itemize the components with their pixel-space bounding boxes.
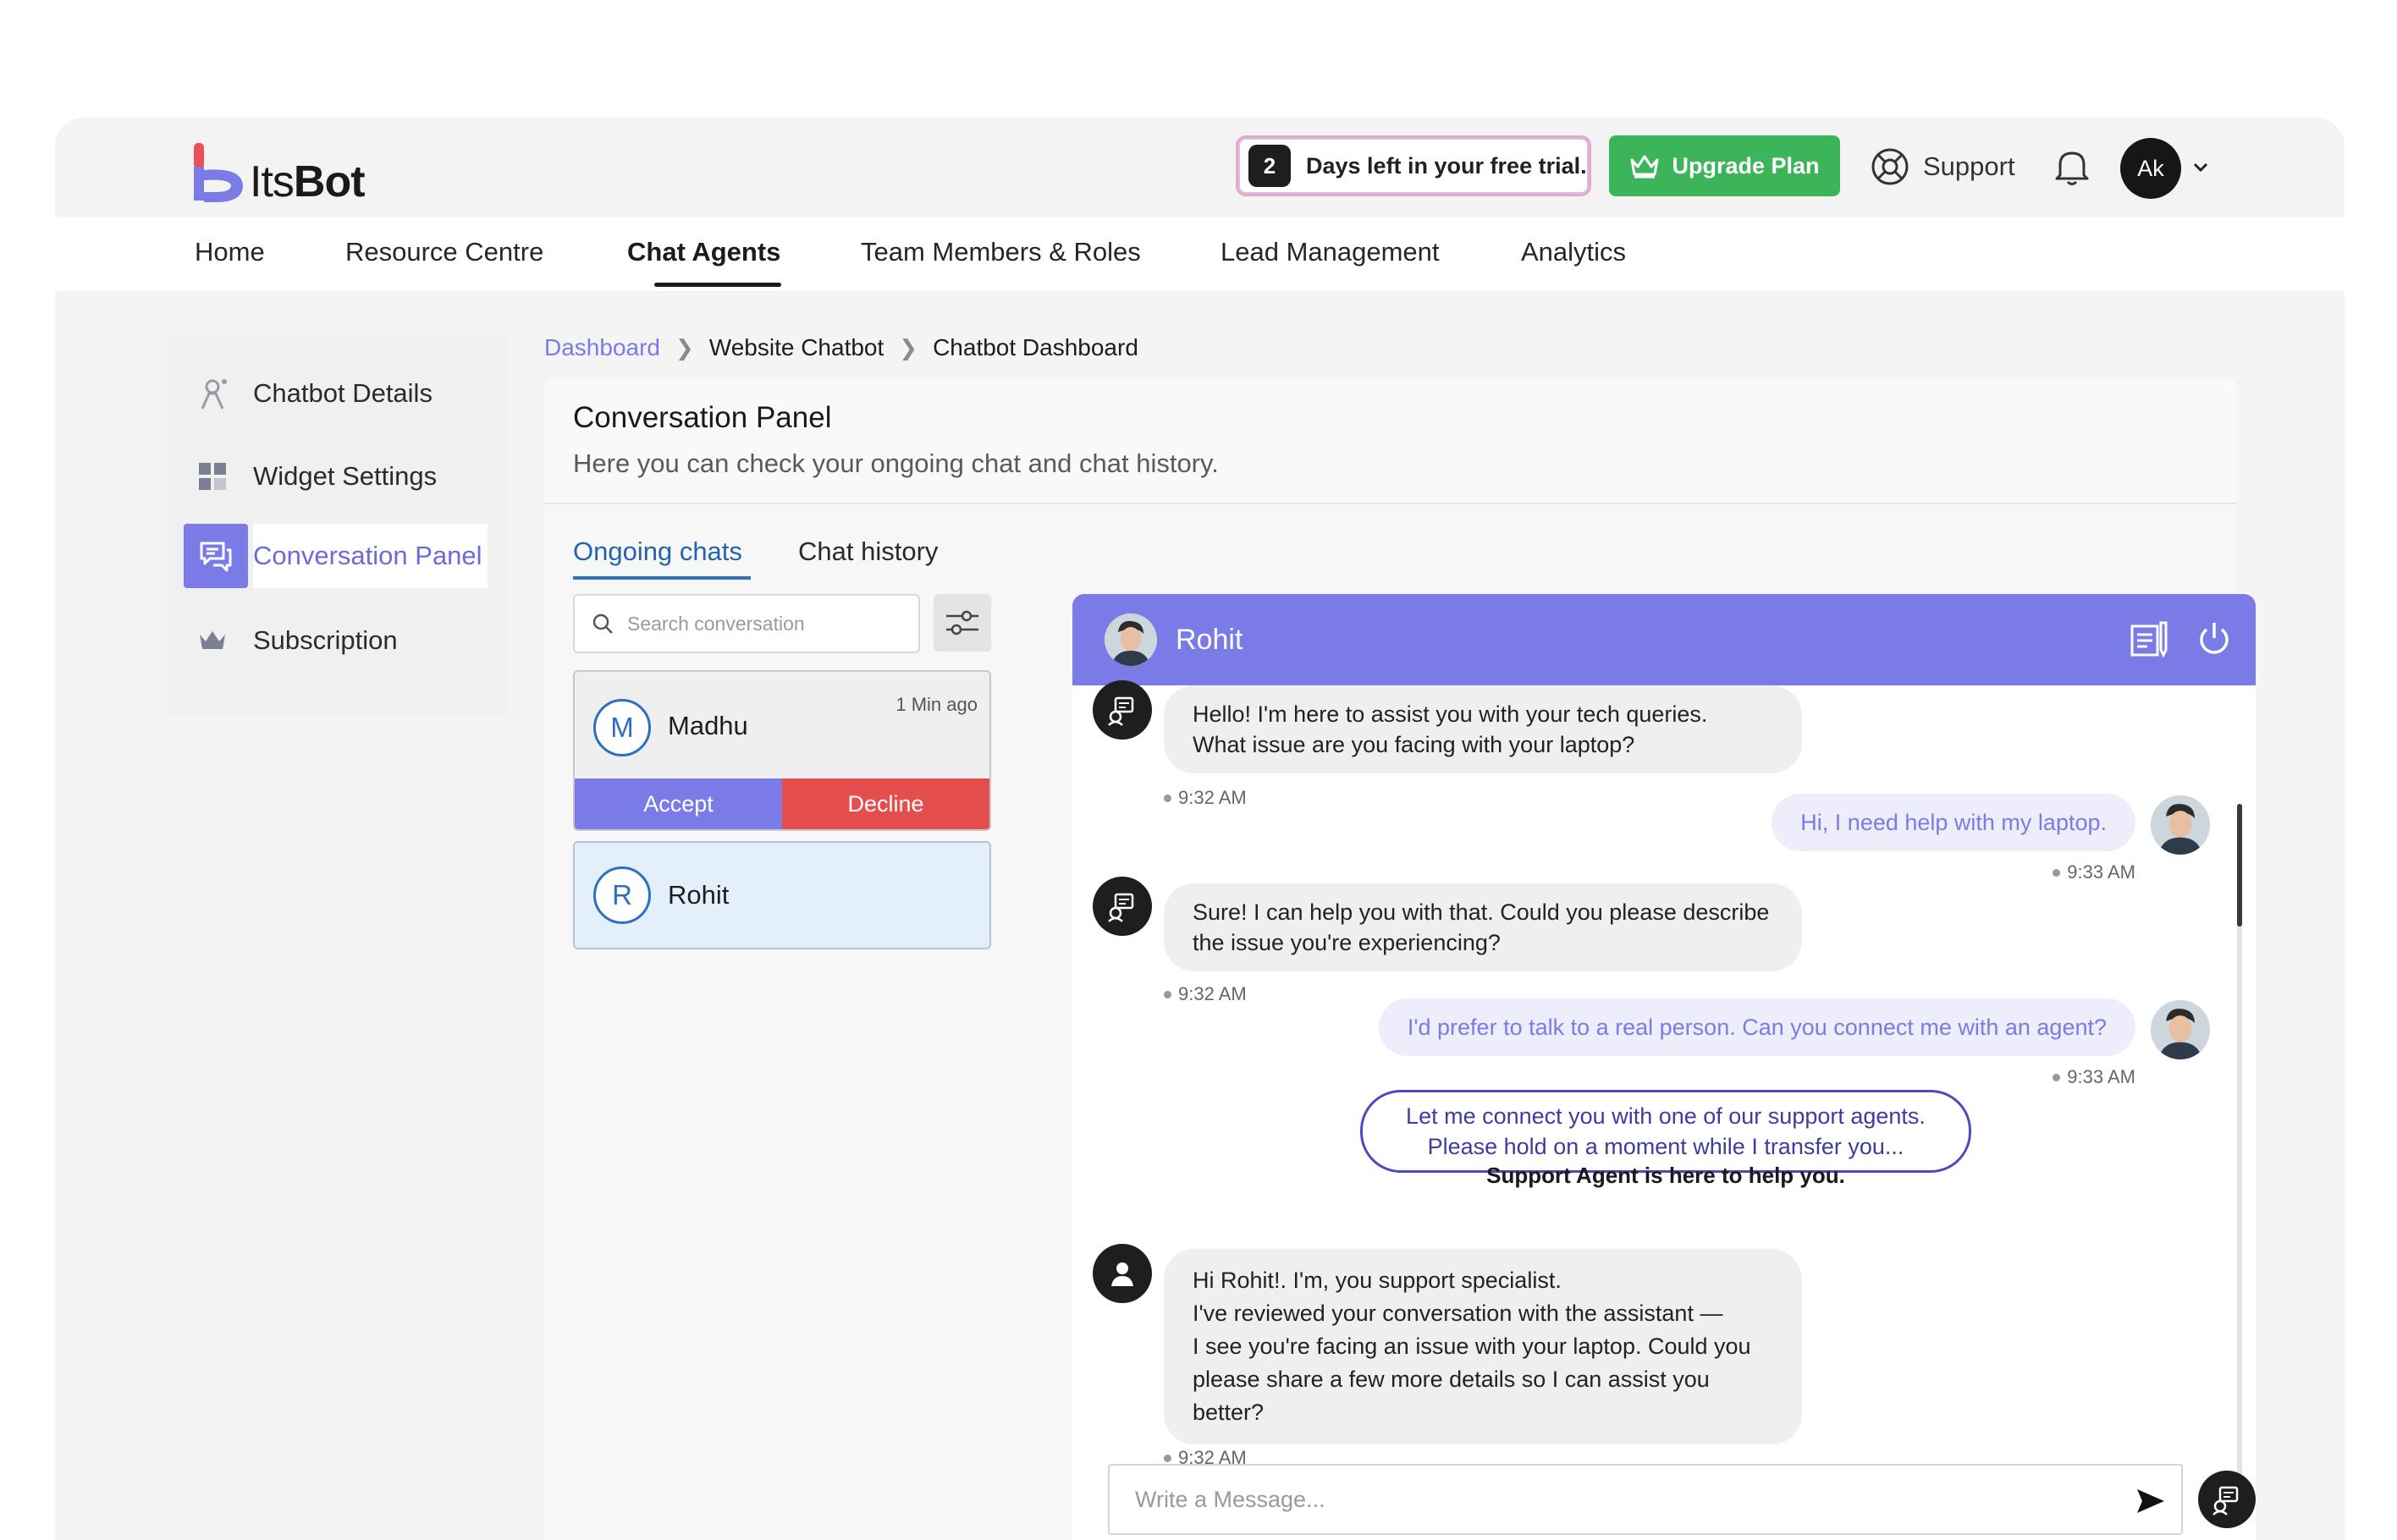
chevron-right-icon: ❯ [675, 334, 694, 360]
breadcrumb-chatbot-dashboard: Chatbot Dashboard [933, 334, 1138, 360]
crown-icon [1630, 155, 1659, 179]
message-input[interactable] [1135, 1486, 2100, 1513]
nav-active-indicator [654, 283, 781, 287]
sidebar: Chatbot Details Widget Settings Conversa… [168, 336, 509, 717]
message-time: 9:32 AM [1164, 983, 1247, 1005]
lifebuoy-icon [1871, 148, 1909, 185]
nav-lead-management[interactable]: Lead Management [1221, 237, 1440, 267]
search-input[interactable] [627, 612, 906, 635]
nav-resource-centre[interactable]: Resource Centre [345, 237, 543, 267]
sidebar-item-label: Conversation Panel [253, 524, 488, 588]
chat-scroll-thumb[interactable] [2237, 804, 2242, 927]
message-bubble-agent: Hi Rohit!. I'm, you support specialist. … [1164, 1249, 1802, 1444]
tab-ongoing-chats[interactable]: Ongoing chats [573, 536, 742, 567]
agent-avatar-icon [1093, 1244, 1152, 1303]
trial-days-count: 2 [1248, 145, 1291, 187]
search-icon [592, 613, 613, 634]
logo-mark-icon [194, 143, 243, 202]
accept-button[interactable]: Accept [575, 778, 782, 829]
transcript-icon[interactable] [2129, 619, 2169, 660]
trial-text: Days left in your free trial. [1306, 152, 1587, 179]
bot-avatar-icon [2212, 1486, 2239, 1515]
contact-avatar [1105, 613, 1157, 666]
power-icon[interactable] [2195, 619, 2234, 658]
panel-header: Conversation Panel Here you can check yo… [544, 377, 2237, 504]
system-transfer-message: Let me connect you with one of our suppo… [1360, 1090, 1971, 1173]
tab-active-indicator [573, 576, 751, 580]
message-list: Hello! I'm here to assist you with your … [1072, 680, 2256, 1523]
message-bubble-bot: Sure! I can help you with that. Could yo… [1164, 883, 1802, 971]
sidebar-item-label: Subscription [253, 625, 398, 655]
sidebar-item-subscription[interactable]: Subscription [168, 608, 509, 673]
breadcrumb: Dashboard ❯ Website Chatbot ❯ Chatbot Da… [544, 334, 1138, 361]
support-label: Support [1923, 151, 2015, 181]
sidebar-item-label: Chatbot Details [253, 378, 433, 408]
chat-header-actions [2129, 619, 2234, 660]
nav-home[interactable]: Home [195, 237, 265, 267]
chevron-down-icon[interactable] [2190, 157, 2212, 179]
sidebar-item-chatbot-details[interactable]: Chatbot Details [168, 361, 509, 426]
message-bubble-user: I'd prefer to talk to a real person. Can… [1378, 998, 2135, 1056]
avatar: M [593, 699, 651, 756]
sidebar-item-label: Widget Settings [253, 461, 438, 491]
bot-avatar-icon [1093, 877, 1152, 936]
sidebar-item-widget-settings[interactable]: Widget Settings [168, 444, 509, 509]
message-time: 9:32 AM [1164, 787, 1247, 809]
conversation-time: 1 Min ago [895, 694, 978, 715]
page-title: Conversation Panel [573, 401, 832, 434]
sliders-icon [946, 610, 978, 635]
widget-icon [187, 451, 238, 502]
sidebar-item-conversation-panel[interactable]: Conversation Panel [168, 524, 509, 588]
filter-button[interactable] [934, 594, 991, 652]
nav-analytics[interactable]: Analytics [1521, 237, 1626, 267]
top-bar: ItsBot 2 Days left in your free trial. U… [55, 118, 2345, 217]
notification-bell-icon[interactable] [2048, 143, 2096, 190]
message-bubble-user: Hi, I need help with my laptop. [1772, 794, 2135, 851]
chevron-right-icon: ❯ [899, 334, 918, 360]
support-link[interactable]: Support [1871, 143, 2015, 190]
logo-text: ItsBot [250, 157, 366, 206]
upgrade-plan-button[interactable]: Upgrade Plan [1609, 135, 1840, 196]
chat-scrollbar[interactable] [2237, 804, 2242, 1523]
user-avatar-icon [2151, 1000, 2210, 1059]
avatar: R [593, 866, 651, 924]
tab-chat-history[interactable]: Chat history [798, 536, 938, 567]
send-icon[interactable] [2134, 1484, 2168, 1518]
conversation-icon [184, 524, 248, 588]
search-box [573, 594, 920, 653]
conversation-panel: Conversation Panel Here you can check yo… [544, 377, 2256, 1540]
decline-button[interactable]: Decline [782, 778, 989, 829]
conversation-item-rohit[interactable]: R Rohit [573, 841, 991, 949]
agent-chat-button[interactable] [2198, 1471, 2256, 1528]
user-avatar[interactable]: Ak [2120, 138, 2181, 199]
message-bubble-bot: Hello! I'm here to assist you with your … [1164, 685, 1802, 773]
nav-chat-agents[interactable]: Chat Agents [627, 237, 780, 267]
conversation-name: Rohit [668, 880, 730, 910]
conversation-item-madhu[interactable]: M Madhu 1 Min ago Accept Decline [573, 670, 991, 831]
breadcrumb-dashboard[interactable]: Dashboard [544, 334, 660, 361]
agent-joined-note: Support Agent is here to help you. [1486, 1163, 1845, 1188]
chat-header: Rohit [1072, 594, 2256, 685]
trial-banner: 2 Days left in your free trial. [1236, 135, 1591, 196]
nav-team-members[interactable]: Team Members & Roles [861, 237, 1141, 267]
conversation-name: Madhu [668, 711, 748, 740]
breadcrumb-website-chatbot[interactable]: Website Chatbot [709, 334, 884, 361]
chatbot-icon [187, 368, 238, 419]
logo[interactable]: ItsBot [190, 136, 366, 206]
bot-avatar-icon [1093, 680, 1152, 740]
message-time: 9:33 AM [2053, 861, 2135, 883]
message-time: 9:33 AM [2053, 1066, 2135, 1088]
message-composer [1108, 1464, 2183, 1535]
upgrade-plan-label: Upgrade Plan [1672, 152, 1820, 179]
crown-icon [187, 615, 238, 666]
contact-name: Rohit [1176, 623, 1243, 656]
chat-window: Rohit Hello! I'm here to assist you with… [1072, 594, 2256, 1540]
main-nav: Home Resource Centre Chat Agents Team Me… [55, 217, 2345, 291]
page-subtitle: Here you can check your ongoing chat and… [573, 448, 1219, 478]
user-avatar-icon [2151, 795, 2210, 855]
app-window: ItsBot 2 Days left in your free trial. U… [55, 118, 2345, 1540]
